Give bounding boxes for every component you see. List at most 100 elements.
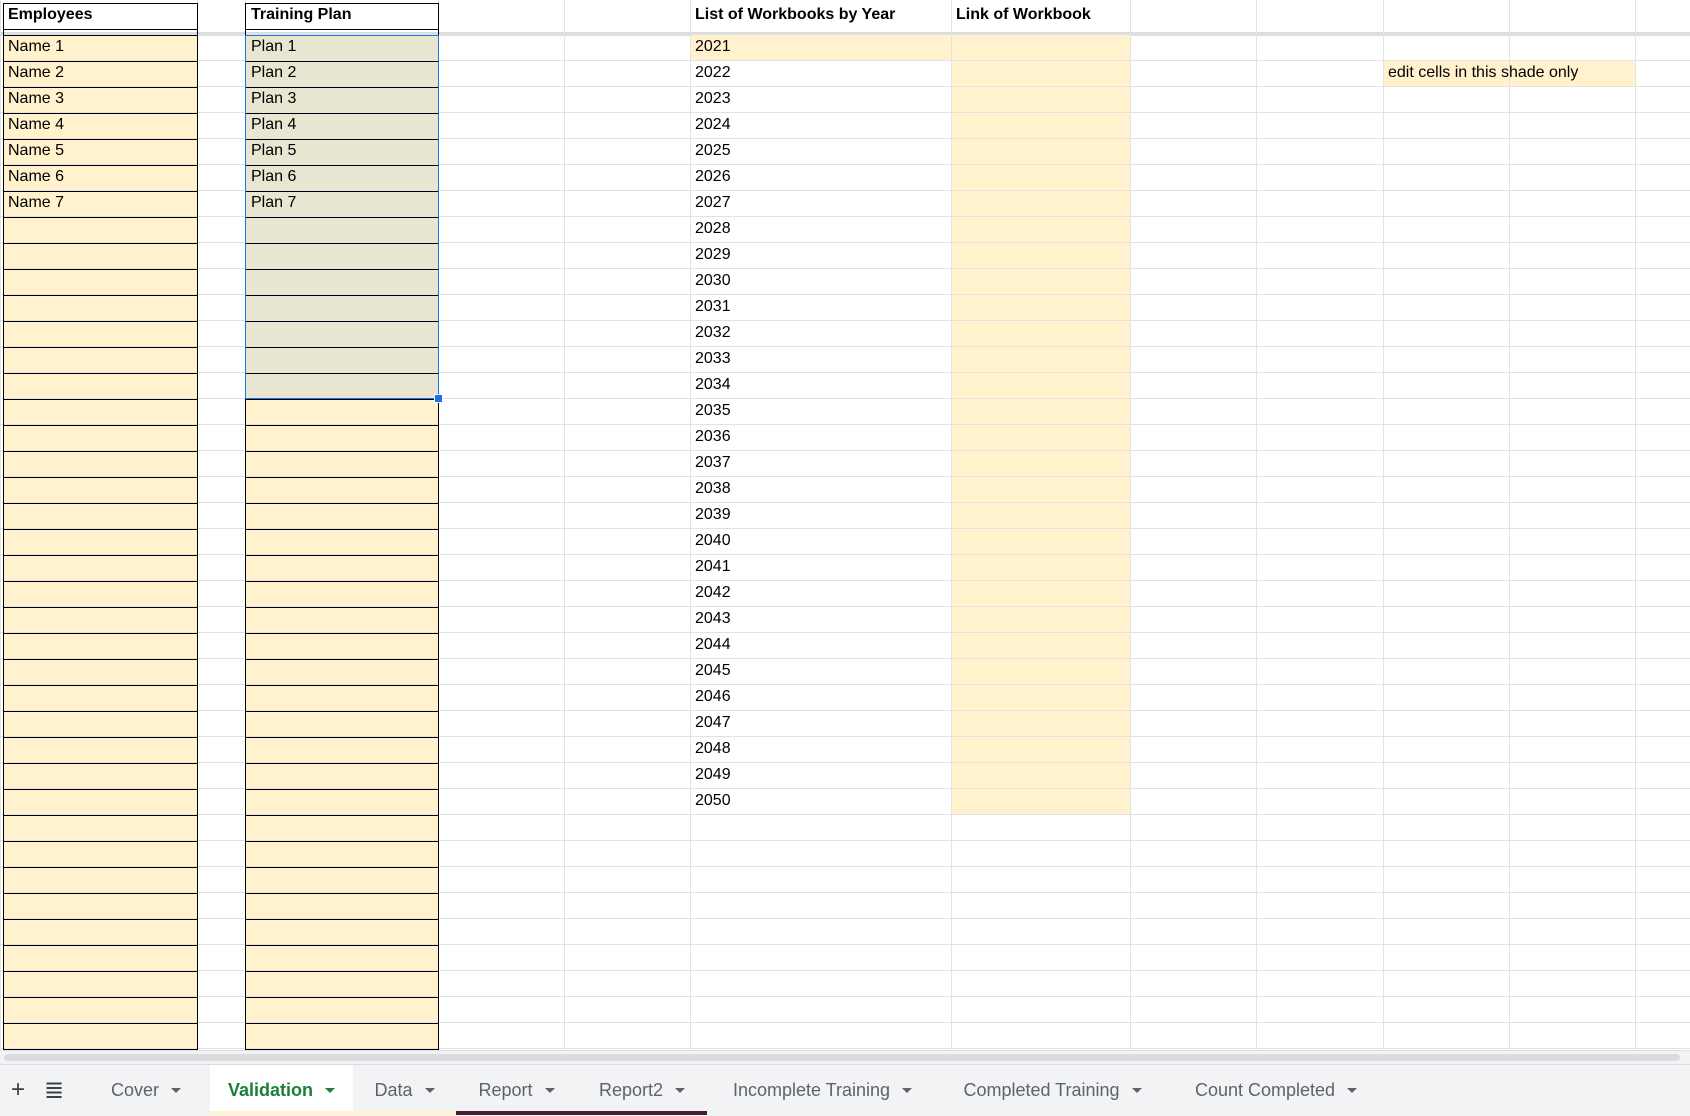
sheet-tab-data[interactable]: Data [353, 1065, 456, 1115]
workbook-link-cell[interactable] [951, 607, 1130, 633]
training-plan-cell[interactable] [246, 347, 438, 373]
employee-cell[interactable] [3, 633, 197, 659]
year-cell[interactable]: 2028 [690, 217, 951, 243]
training-plan-cell[interactable] [246, 217, 438, 243]
year-cell[interactable]: 2029 [690, 243, 951, 269]
training-plan-cell[interactable]: Plan 3 [246, 87, 438, 113]
employee-cell[interactable] [3, 1023, 197, 1049]
sheet-tab-report[interactable]: Report [456, 1065, 577, 1115]
workbook-link-cell[interactable] [951, 477, 1130, 503]
year-cell[interactable]: 2022 [690, 61, 951, 87]
year-cell[interactable]: 2037 [690, 451, 951, 477]
training-plan-cell[interactable] [246, 763, 438, 789]
employee-cell[interactable] [3, 321, 197, 347]
employee-cell[interactable]: Name 7 [3, 191, 197, 217]
training-plan-cell[interactable] [246, 659, 438, 685]
training-plan-cell[interactable] [246, 919, 438, 945]
training-plan-cell[interactable] [246, 607, 438, 633]
workbook-link-cell[interactable] [951, 789, 1130, 815]
year-cell[interactable]: 2043 [690, 607, 951, 633]
training-plan-cell[interactable] [246, 737, 438, 763]
sheet-tab-completed-training[interactable]: Completed Training [938, 1065, 1167, 1115]
workbook-link-cell[interactable] [951, 35, 1130, 61]
employee-cell[interactable]: Name 4 [3, 113, 197, 139]
employee-cell[interactable] [3, 425, 197, 451]
workbook-link-cell[interactable] [951, 243, 1130, 269]
workbook-link-cell[interactable] [951, 347, 1130, 373]
sheet-tab-incomplete-training[interactable]: Incomplete Training [707, 1065, 938, 1115]
workbook-link-cell[interactable] [951, 295, 1130, 321]
year-cell[interactable]: 2045 [690, 659, 951, 685]
training-plan-cell[interactable] [246, 451, 438, 477]
training-plan-cell[interactable]: Plan 7 [246, 191, 438, 217]
workbook-link-cell[interactable] [951, 139, 1130, 165]
training-plan-cell[interactable] [246, 321, 438, 347]
year-cell[interactable]: 2048 [690, 737, 951, 763]
workbook-link-cell[interactable] [951, 165, 1130, 191]
workbook-link-cell[interactable] [951, 399, 1130, 425]
chevron-down-icon[interactable] [675, 1087, 686, 1093]
workbook-link-cell[interactable] [951, 321, 1130, 347]
employee-cell[interactable] [3, 269, 197, 295]
training-plan-cell[interactable] [246, 529, 438, 555]
year-cell[interactable]: 2024 [690, 113, 951, 139]
employee-cell[interactable] [3, 243, 197, 269]
add-sheet-button[interactable]: + [2, 1065, 34, 1115]
employee-cell[interactable] [3, 893, 197, 919]
year-cell[interactable]: 2021 [690, 35, 951, 61]
workbook-link-cell[interactable] [951, 737, 1130, 763]
sheet-tab-count-completed[interactable]: Count Completed [1167, 1065, 1385, 1115]
year-cell[interactable]: 2042 [690, 581, 951, 607]
employee-cell[interactable] [3, 971, 197, 997]
workbook-link-cell[interactable] [951, 61, 1130, 87]
workbook-link-cell[interactable] [951, 425, 1130, 451]
chevron-down-icon[interactable] [171, 1087, 181, 1093]
employee-cell[interactable] [3, 997, 197, 1023]
year-cell[interactable]: 2041 [690, 555, 951, 581]
employee-cell[interactable] [3, 685, 197, 711]
chevron-down-icon[interactable] [544, 1087, 555, 1093]
training-plan-cell[interactable] [246, 477, 438, 503]
training-plan-cell[interactable] [246, 269, 438, 295]
sheet-tab-validation[interactable]: Validation [210, 1065, 353, 1115]
year-cell[interactable]: 2026 [690, 165, 951, 191]
employee-cell[interactable]: Name 5 [3, 139, 197, 165]
workbook-link-cell[interactable] [951, 191, 1130, 217]
workbook-link-cell[interactable] [951, 763, 1130, 789]
year-cell[interactable]: 2032 [690, 321, 951, 347]
workbook-link-cell[interactable] [951, 269, 1130, 295]
spreadsheet-grid[interactable]: Employees Training Plan List of Workbook… [0, 0, 1690, 1050]
workbook-link-cell[interactable] [951, 711, 1130, 737]
training-plan-cell[interactable] [246, 685, 438, 711]
workbook-link-cell[interactable] [951, 87, 1130, 113]
training-plan-cell[interactable]: Plan 2 [246, 61, 438, 87]
employee-cell[interactable] [3, 763, 197, 789]
header-link-of-workbook[interactable]: Link of Workbook [951, 3, 1129, 29]
employee-cell[interactable] [3, 841, 197, 867]
year-cell[interactable]: 2049 [690, 763, 951, 789]
workbook-link-cell[interactable] [951, 451, 1130, 477]
year-cell[interactable]: 2027 [690, 191, 951, 217]
employee-cell[interactable] [3, 867, 197, 893]
employee-cell[interactable] [3, 295, 197, 321]
year-cell[interactable]: 2039 [690, 503, 951, 529]
employee-cell[interactable] [3, 347, 197, 373]
training-plan-cell[interactable] [246, 815, 438, 841]
employee-cell[interactable] [3, 477, 197, 503]
workbook-link-cell[interactable] [951, 685, 1130, 711]
workbook-link-cell[interactable] [951, 373, 1130, 399]
training-plan-cell[interactable] [246, 555, 438, 581]
fill-handle[interactable] [434, 394, 443, 403]
year-cell[interactable]: 2034 [690, 373, 951, 399]
training-plan-cell[interactable] [246, 841, 438, 867]
workbook-link-cell[interactable] [951, 581, 1130, 607]
header-workbooks-by-year[interactable]: List of Workbooks by Year [690, 3, 950, 29]
training-plan-cell[interactable]: Plan 1 [246, 35, 438, 61]
workbook-link-cell[interactable] [951, 659, 1130, 685]
year-cell[interactable]: 2050 [690, 789, 951, 815]
workbook-link-cell[interactable] [951, 217, 1130, 243]
training-plan-cell[interactable] [246, 945, 438, 971]
training-plan-cell[interactable] [246, 789, 438, 815]
year-cell[interactable]: 2046 [690, 685, 951, 711]
header-employees[interactable]: Employees [3, 3, 197, 29]
